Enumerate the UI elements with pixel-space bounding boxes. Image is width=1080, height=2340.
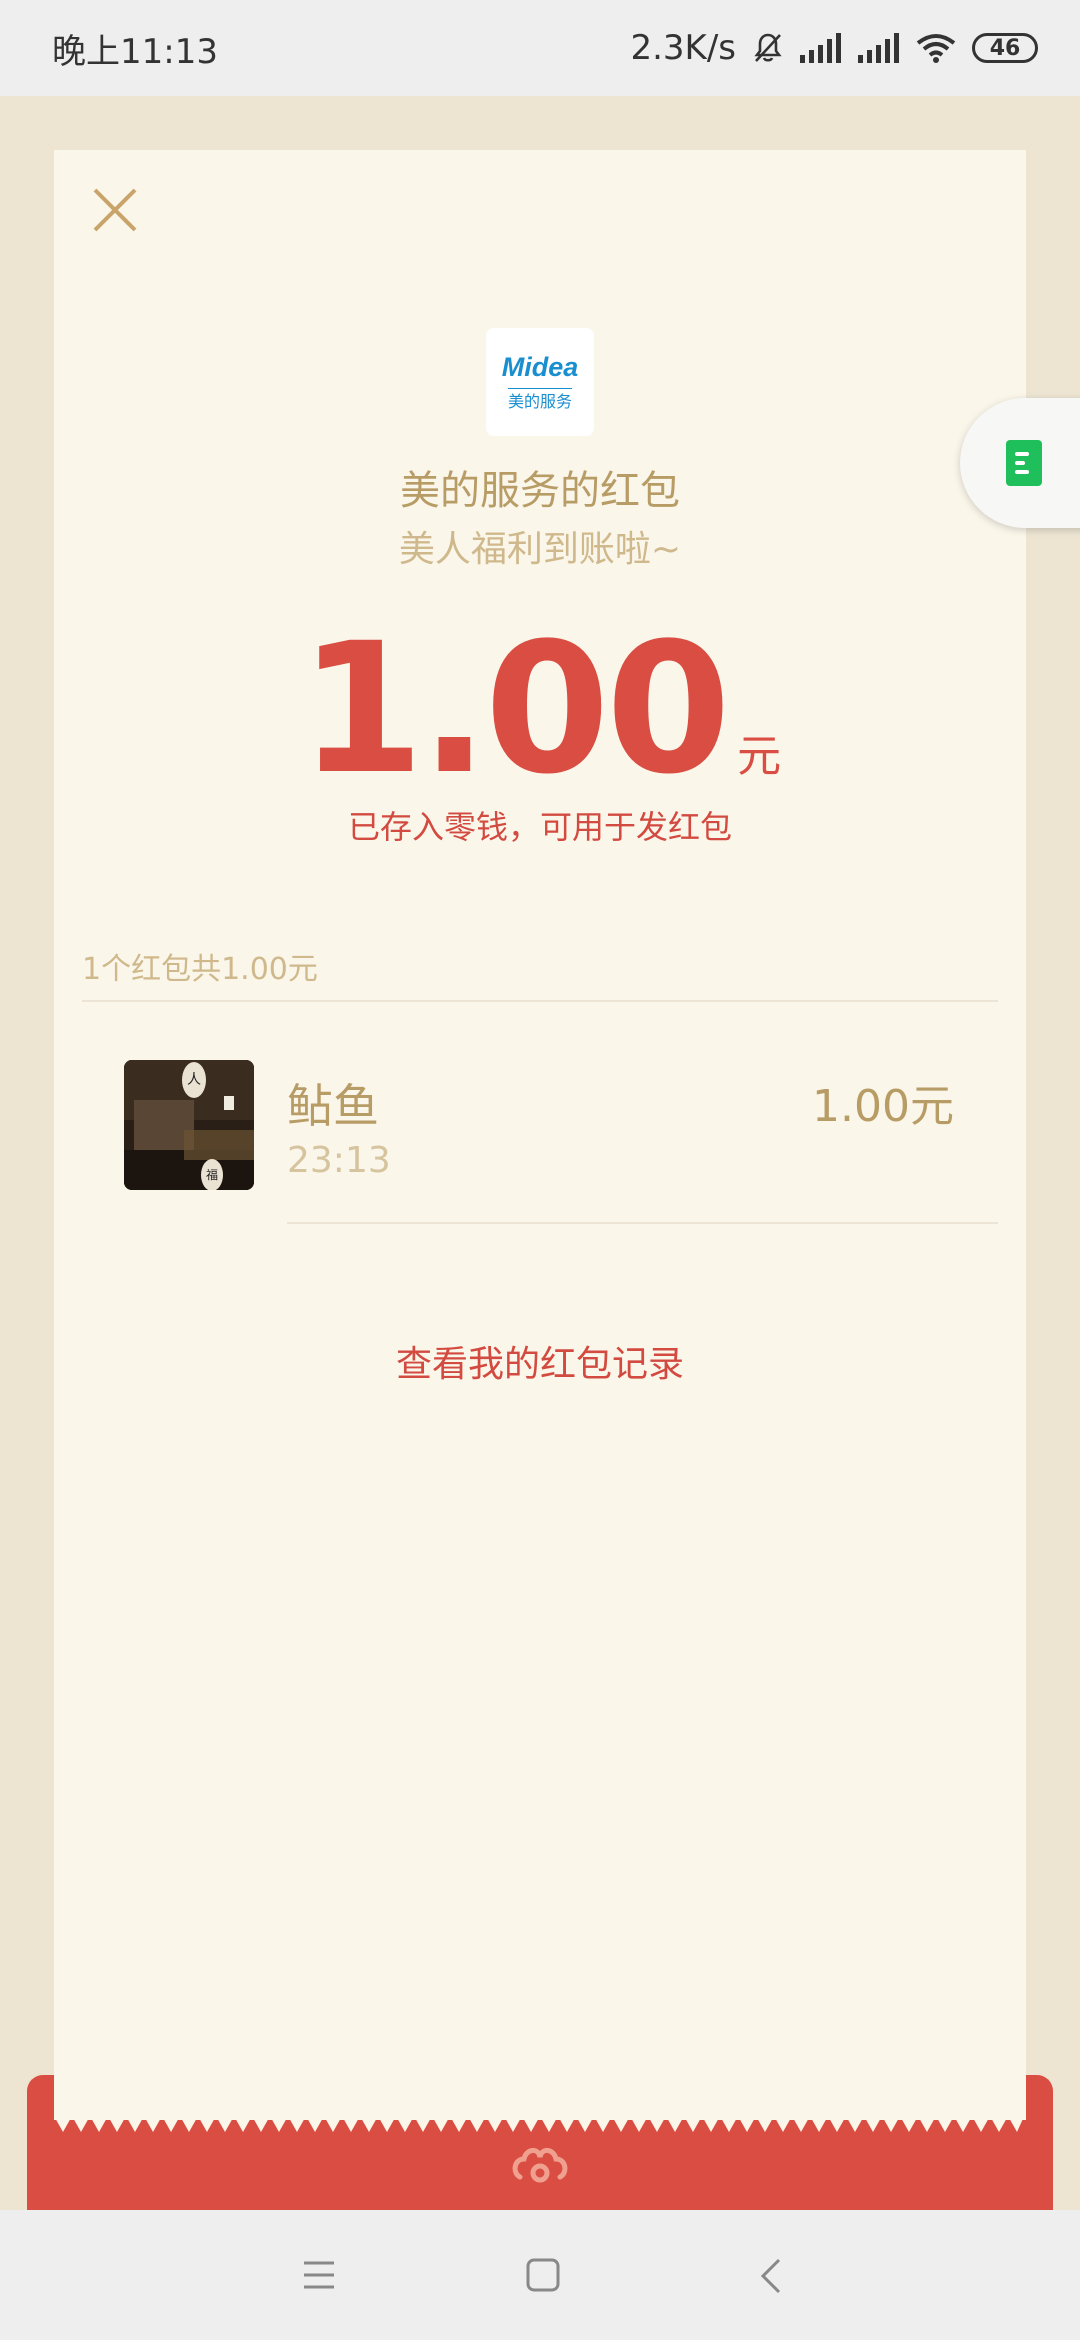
receiver-amount: 1.00元 [812, 1081, 954, 1132]
back-icon[interactable] [760, 2258, 782, 2294]
status-bar: 晚上11:13 2.3K/s 46 [0, 0, 1080, 96]
card-zigzag-edge [54, 2112, 1026, 2132]
divider [287, 1222, 998, 1224]
auspicious-cloud-icon [512, 2148, 568, 2183]
receiver-time: 23:13 [287, 1140, 391, 1181]
menu-icon[interactable] [302, 2260, 336, 2290]
amount-unit: 元 [737, 731, 782, 782]
wifi-icon [916, 34, 956, 63]
amount-note: 已存入零钱，可用于发红包 [347, 808, 732, 846]
midea-logo-subtitle: 美的服务 [507, 388, 572, 412]
amount-display: 1.00 元 [0, 620, 1080, 800]
home-icon[interactable] [526, 2258, 560, 2292]
system-nav-bar [0, 2210, 1080, 2340]
status-time: 晚上11:13 [52, 31, 218, 72]
battery-indicator: 46 [972, 33, 1038, 63]
svg-text:人: 人 [187, 1072, 201, 1088]
status-icons: 2.3K/s 46 [630, 28, 1038, 68]
receiver-name: 鲇鱼 [287, 1079, 379, 1133]
svg-text:福: 福 [206, 1167, 218, 1182]
redpacket-summary: 1个红包共1.00元 [82, 952, 318, 987]
network-speed: 2.3K/s [630, 28, 736, 68]
receiver-avatar[interactable]: 人 福 [124, 1060, 254, 1190]
divider [82, 1000, 998, 1002]
signal-icon [800, 33, 841, 63]
greeting-text: 美人福利到账啦~ [398, 529, 682, 570]
mute-bell-icon [754, 33, 782, 62]
close-icon[interactable] [90, 185, 140, 235]
sender-avatar: Midea 美的服务 [486, 328, 594, 436]
amount-value: 1.00 [298, 605, 731, 814]
sender-title: 美的服务的红包 [400, 468, 680, 514]
signal-icon-2 [858, 33, 899, 63]
midea-logo: Midea [501, 352, 579, 382]
view-records-link[interactable]: 查看我的红包记录 [0, 1335, 1080, 1387]
